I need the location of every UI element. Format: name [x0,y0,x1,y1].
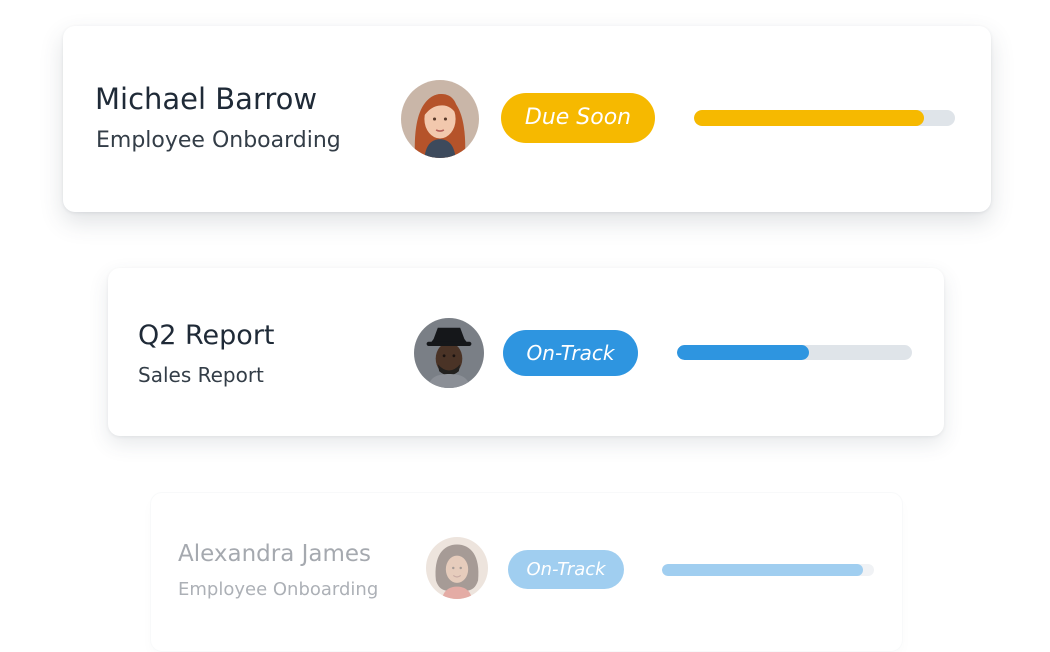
avatar [401,80,479,158]
status-badge[interactable]: On-Track [503,330,638,376]
avatar [414,318,484,388]
task-card[interactable]: Michael Barrow Employee Onboarding Due S… [63,26,991,212]
avatar-image [414,318,484,388]
card-subtitle: Sales Report [138,363,264,387]
card-subtitle: Employee Onboarding [96,128,341,153]
card-title: Michael Barrow [95,82,318,116]
progress-fill [677,345,809,360]
card-subtitle: Employee Onboarding [178,579,379,600]
avatar [426,537,488,599]
progress-fill [694,110,924,126]
avatar-image [401,80,479,158]
progress-fill [662,564,864,576]
progress-bar [677,345,912,360]
progress-bar [662,564,874,576]
avatar-image [426,537,488,599]
card-title: Q2 Report [138,320,275,351]
task-card[interactable]: Q2 Report Sales Report On-Track [108,268,944,436]
card-title: Alexandra James [178,541,372,567]
task-card[interactable]: Alexandra James Employee Onboarding On-T… [150,492,903,652]
progress-bar [694,110,955,126]
status-badge[interactable]: Due Soon [501,93,655,143]
status-badge[interactable]: On-Track [508,550,624,589]
